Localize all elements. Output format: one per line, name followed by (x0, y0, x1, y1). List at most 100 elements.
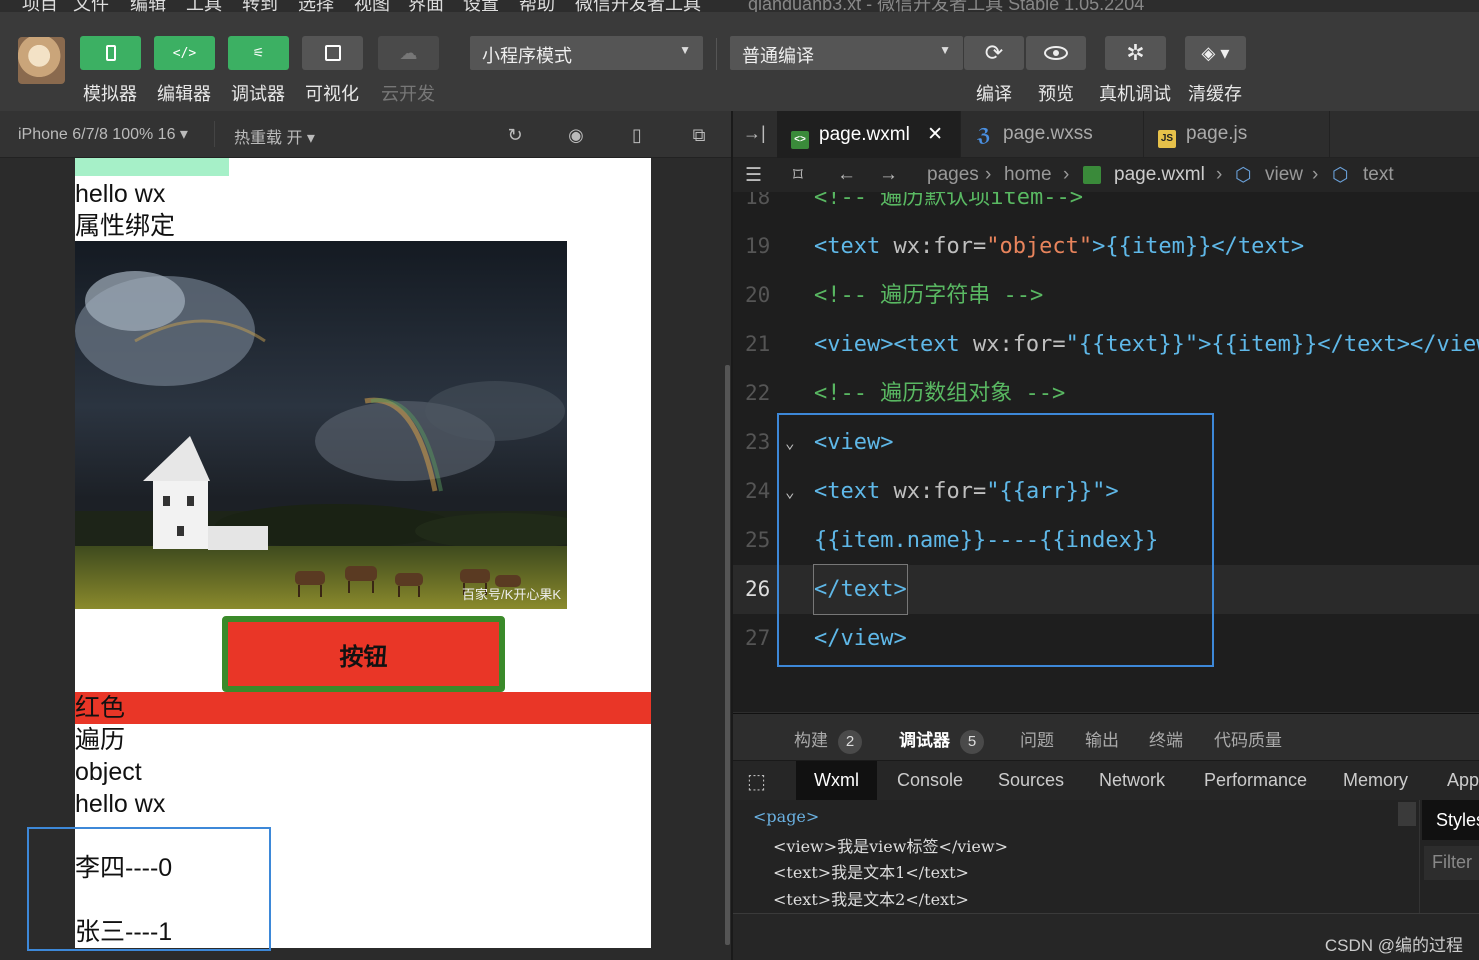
styles-pane: Styles Filter (1419, 800, 1479, 925)
wxml-icon (1083, 166, 1101, 184)
menu-help[interactable]: 帮助 (519, 0, 555, 12)
wxml-tree: <page> <view>我是view标签</view> <text>我是文本1… (733, 800, 1419, 913)
wxml-icon: <> (791, 131, 809, 149)
highlight-box-code (777, 413, 1214, 667)
compile-select-value: 普通编译 (742, 46, 814, 66)
line-number: 19 (745, 234, 771, 258)
caret-down-icon: ▼ (939, 43, 951, 57)
compile-button[interactable]: ⟳ (964, 36, 1024, 70)
hello-text-2: hello wx (75, 790, 166, 818)
mode-select[interactable]: 小程序模式 ▼ (470, 36, 703, 70)
cloud-button[interactable]: ☁ (378, 36, 439, 70)
code-text: <!-- 遍历数组对象 --> (814, 381, 1066, 406)
tab-terminal[interactable]: 终端 (1149, 726, 1183, 751)
tab-memory[interactable]: Memory (1343, 770, 1408, 791)
menu-view[interactable]: 视图 (354, 0, 390, 12)
menu-goto[interactable]: 转到 (242, 0, 278, 12)
red-button[interactable]: 按钮 (222, 616, 505, 692)
binding-text: 属性绑定 (75, 212, 176, 240)
phone-icon[interactable]: ▯ (627, 125, 647, 145)
menu-file[interactable]: 文件 (73, 0, 109, 12)
tab-page-wxml[interactable]: <> page.wxml ✕ (777, 111, 961, 158)
tree-node-text[interactable]: <text>我是文本2</text> (773, 886, 969, 910)
stop-icon[interactable]: ◉ (566, 125, 586, 145)
tab-label: 构建 (794, 731, 828, 750)
header-divider (214, 121, 215, 147)
phone-icon (105, 45, 116, 61)
tab-styles[interactable]: Styles (1422, 800, 1479, 840)
collapse-sidebar-icon[interactable]: →| (743, 123, 766, 144)
tree-node-page[interactable]: <page> (753, 807, 819, 826)
filter-input[interactable]: Filter (1424, 846, 1479, 880)
visual-label: 可视化 (305, 84, 359, 104)
tab-console[interactable]: Console (897, 770, 963, 791)
editor-button[interactable]: </> (154, 36, 215, 70)
tab-appdata[interactable]: App (1447, 770, 1479, 791)
simulator-label: 模拟器 (83, 84, 137, 104)
breadcrumb-item[interactable]: page.wxml (1114, 164, 1205, 186)
devtools-tabs: ⬚ Wxml Console Sources Network Performan… (733, 760, 1479, 801)
device-select[interactable]: iPhone 6/7/8 100% 16 ▾ (18, 124, 188, 144)
debugger-button[interactable]: ⚟ (228, 36, 289, 70)
compile-select[interactable]: 普通编译 ▼ (730, 36, 963, 70)
breadcrumb: ☰ ⌑ ← → pages › home › page.wxml › ⬡ vie… (733, 158, 1479, 192)
layers-icon: ◈ ▾ (1201, 42, 1230, 63)
object-text: object (75, 758, 142, 786)
devtools-scrollbar[interactable] (1398, 802, 1416, 826)
tab-wxml[interactable]: Wxml (796, 761, 877, 801)
tab-code-quality[interactable]: 代码质量 (1214, 726, 1282, 751)
tab-debugger[interactable]: 调试器 5 (899, 726, 984, 754)
menu-project[interactable]: 项目 (22, 0, 58, 12)
hello-text: hello wx (75, 180, 166, 208)
debug-icon: ⚟ (252, 45, 265, 61)
device-debug-button[interactable]: ✲ (1105, 36, 1166, 70)
forward-icon[interactable]: → (879, 164, 898, 186)
breadcrumb-item[interactable]: text (1363, 164, 1394, 186)
visual-button[interactable] (302, 36, 363, 70)
clear-cache-label: 清缓存 (1188, 84, 1242, 104)
tab-page-wxss[interactable]: ℨpage.wxss (961, 111, 1144, 158)
bookmark-icon[interactable]: ⌑ (793, 164, 803, 187)
tab-build[interactable]: 构建 2 (794, 726, 862, 754)
tab-performance[interactable]: Performance (1204, 770, 1307, 791)
code-line: 18 <!-- 遍历默认项item--> (733, 192, 1479, 222)
rotate-icon[interactable]: ↻ (505, 125, 525, 145)
tab-network[interactable]: Network (1099, 770, 1165, 791)
close-icon[interactable]: ✕ (927, 124, 943, 145)
menu-tools[interactable]: 工具 (186, 0, 222, 12)
tab-sources[interactable]: Sources (998, 770, 1064, 791)
tab-page-js[interactable]: JS page.js (1144, 111, 1330, 158)
hot-reload-toggle[interactable]: 热重载 开 ▾ (234, 124, 315, 148)
breadcrumb-item[interactable]: home (1004, 164, 1052, 186)
js-icon: JS (1158, 130, 1176, 148)
avatar[interactable] (18, 37, 65, 84)
window-title: qianduanb3.xt - 微信开发者工具 Stable 1.05.2204 (748, 0, 1145, 12)
menu-interface[interactable]: 界面 (408, 0, 444, 12)
clear-cache-button[interactable]: ◈ ▾ (1185, 36, 1246, 70)
outline-icon[interactable]: ☰ (745, 164, 762, 187)
debugger-label: 调试器 (231, 84, 285, 104)
popout-icon[interactable]: ⧉ (689, 125, 709, 145)
wxss-icon: ℨ (977, 125, 991, 145)
menu-devtools[interactable]: 微信开发者工具 (575, 0, 701, 12)
chevron-right-icon: › (1216, 164, 1223, 185)
tree-node-view[interactable]: <view>我是view标签</view> (773, 833, 1008, 857)
device-debug-label: 真机调试 (1099, 84, 1171, 104)
back-icon[interactable]: ← (837, 164, 856, 186)
simulator-button[interactable] (80, 36, 141, 70)
menu-bar: 项目 文件 编辑 工具 转到 选择 视图 界面 设置 帮助 微信开发者工具 qi… (0, 0, 1479, 12)
tab-problems[interactable]: 问题 (1020, 726, 1054, 751)
preview-button[interactable] (1026, 36, 1086, 70)
breadcrumb-item[interactable]: pages (927, 164, 979, 186)
simulator-scrollbar[interactable] (725, 365, 730, 945)
tab-output[interactable]: 输出 (1085, 726, 1119, 751)
menu-edit[interactable]: 编辑 (130, 0, 166, 12)
inspect-icon[interactable]: ⬚ (747, 769, 766, 794)
menu-settings[interactable]: 设置 (463, 0, 499, 12)
caret-down-icon: ▼ (679, 43, 691, 57)
tree-node-text[interactable]: <text>我是文本1</text> (773, 859, 969, 883)
breadcrumb-item[interactable]: view (1265, 164, 1303, 186)
menu-select[interactable]: 选择 (298, 0, 334, 12)
cube-icon: ⬡ (1235, 165, 1252, 186)
tab-label: page.wxml (819, 124, 910, 145)
